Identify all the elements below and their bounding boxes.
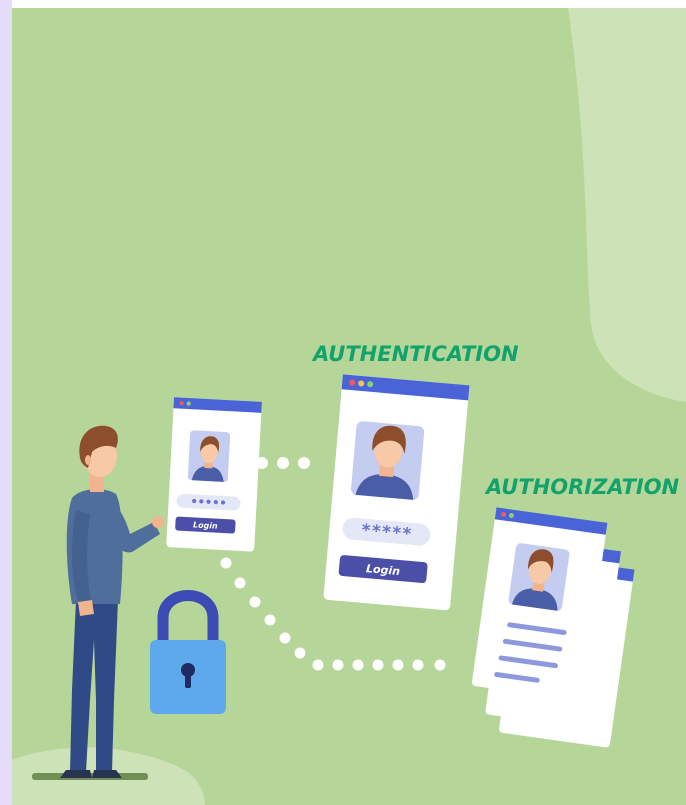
- authentication-card: ***** Login: [323, 374, 470, 611]
- password-mask: •••••: [190, 494, 227, 510]
- small-login-card: ••••• Login: [166, 397, 262, 552]
- small-login-button-label: Login: [193, 520, 218, 530]
- illustration-canvas: AUTHENTICATION AUTHORIZATION ••••• Login…: [0, 0, 686, 805]
- auth-illustration: AUTHENTICATION AUTHORIZATION ••••• Login…: [0, 0, 686, 805]
- authentication-heading: AUTHENTICATION: [311, 342, 519, 366]
- avatar-icon-document: [508, 543, 570, 611]
- dotted-connector-top: [256, 457, 310, 469]
- avatar-icon: [187, 430, 231, 482]
- avatar-icon-large: [351, 421, 425, 500]
- left-strip: [0, 0, 12, 805]
- authorization-heading: AUTHORIZATION: [484, 475, 680, 499]
